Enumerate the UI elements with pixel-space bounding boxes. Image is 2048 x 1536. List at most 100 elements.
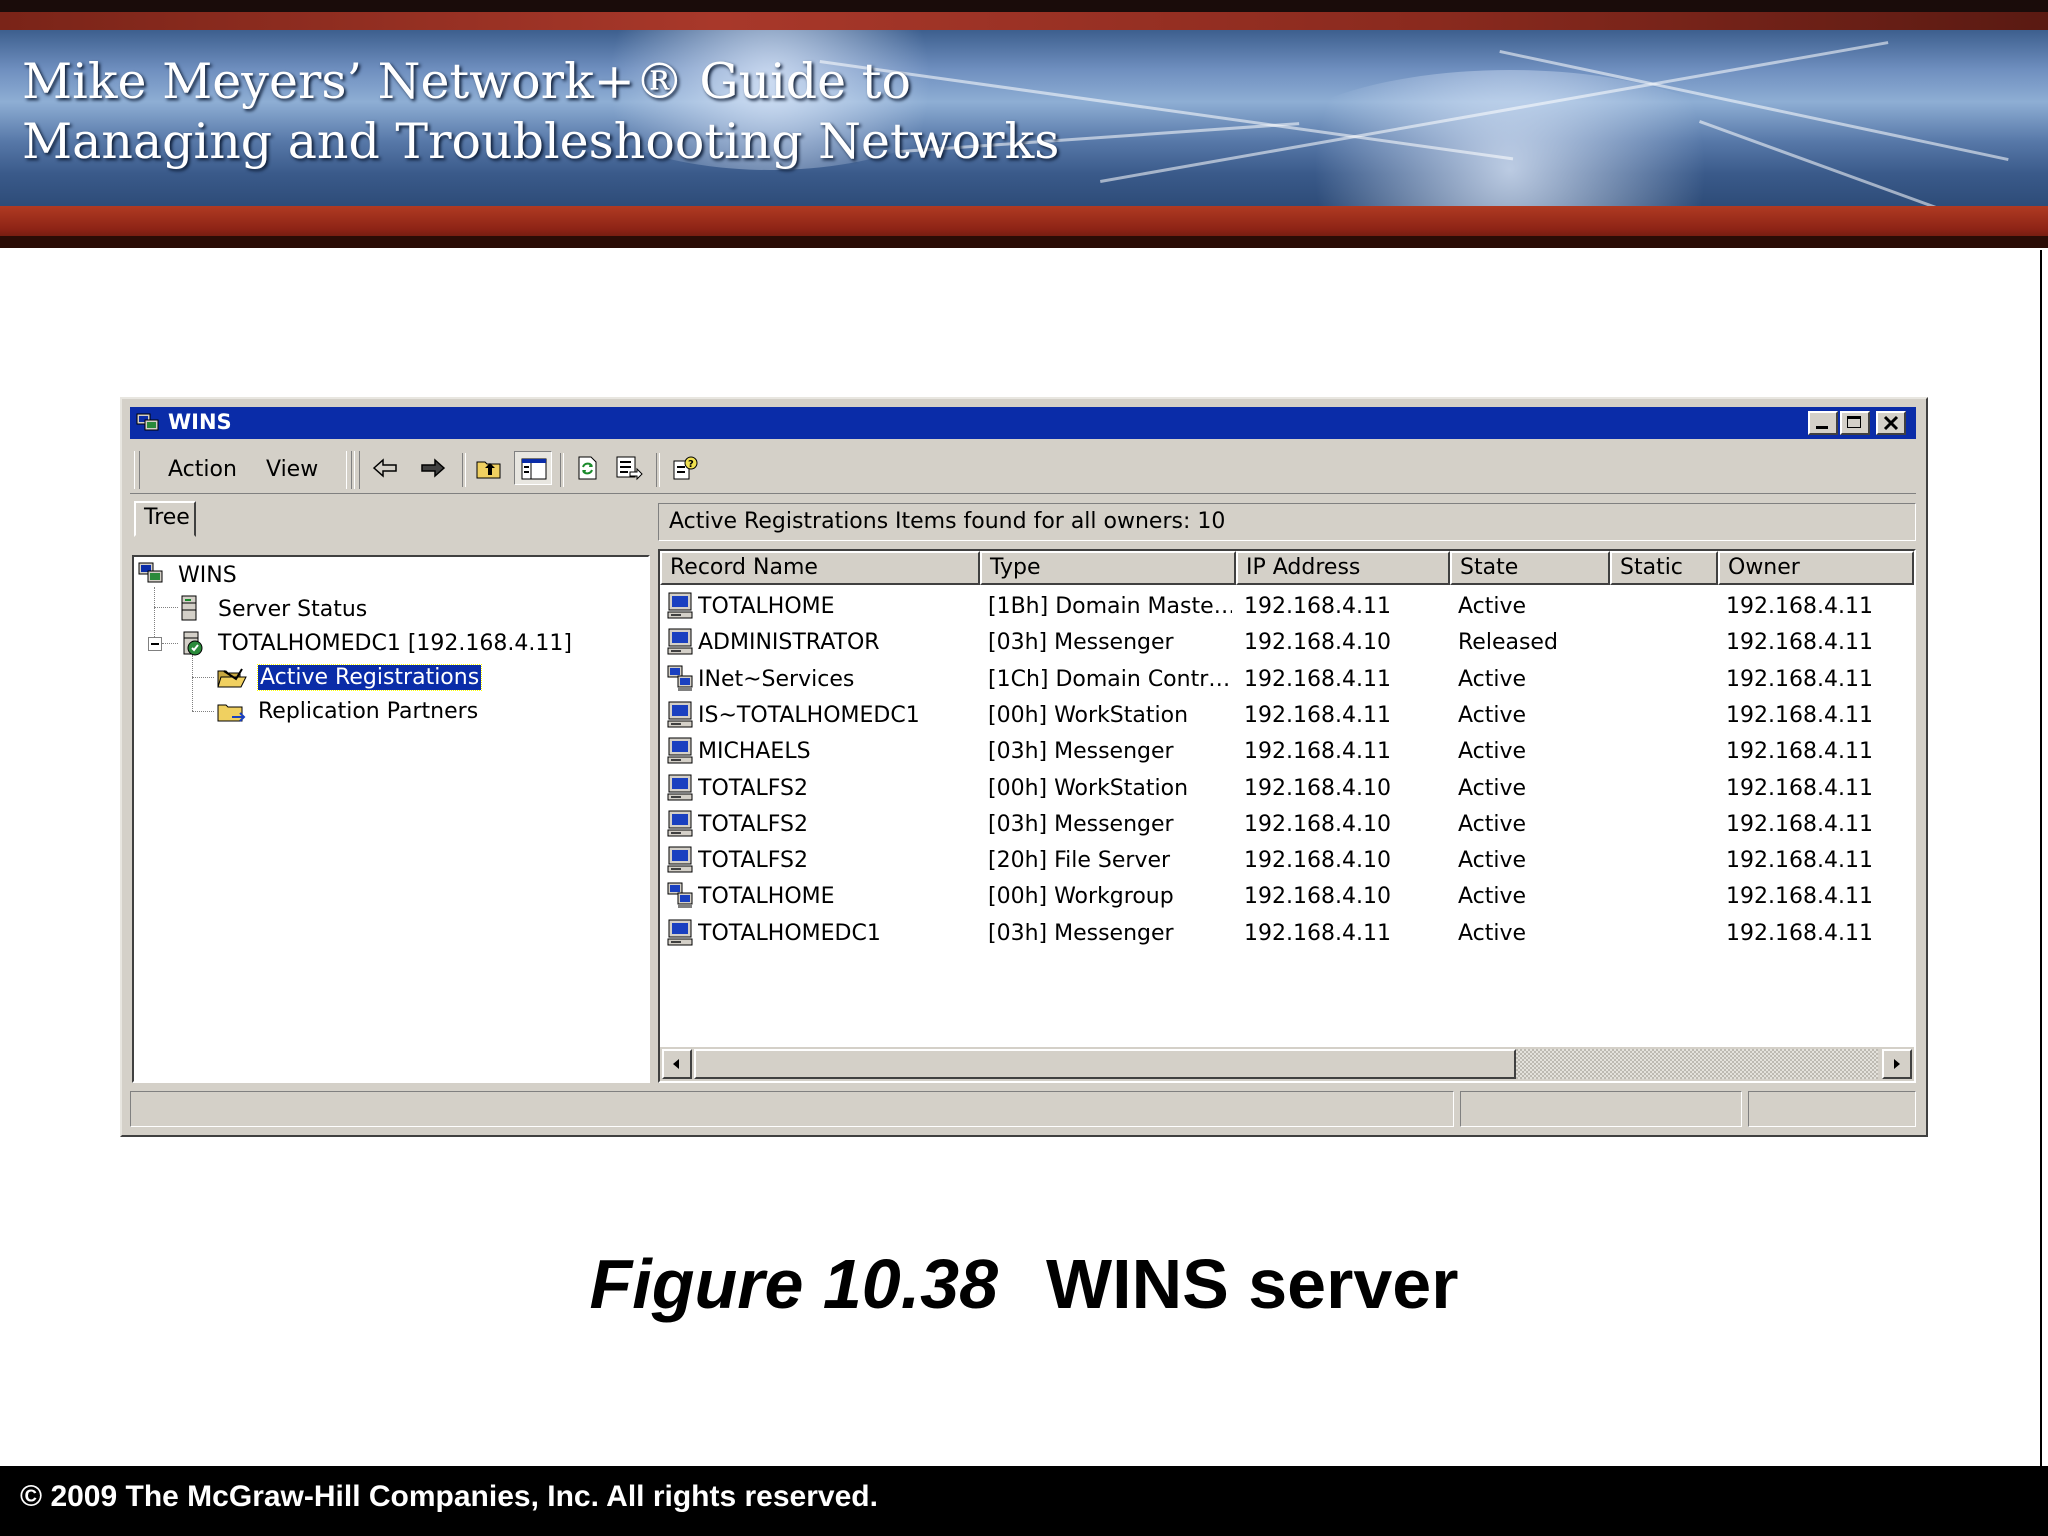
figure-title: WINS server xyxy=(1046,1245,1459,1323)
cell-state: Active xyxy=(1458,775,1527,801)
cell-ip: 192.168.4.11 xyxy=(1244,920,1391,946)
computer-group-icon xyxy=(667,882,693,909)
window-titlebar[interactable]: WINS xyxy=(130,407,1916,439)
forward-button[interactable] xyxy=(414,451,452,485)
up-one-level-button[interactable] xyxy=(470,451,508,485)
cell-name: INet~Services xyxy=(698,666,855,692)
scroll-right-button[interactable] xyxy=(1882,1049,1912,1079)
cell-type: [03h] Messenger xyxy=(988,739,1174,765)
toolbar-grip[interactable] xyxy=(134,451,140,489)
menu-action[interactable]: Action xyxy=(168,457,237,482)
cell-owner: 192.168.4.11 xyxy=(1726,739,1873,765)
toolbar-separator-3 xyxy=(656,453,660,487)
tree-item-server-status[interactable]: Server Status xyxy=(218,597,367,622)
column-header-record-name[interactable]: Record Name xyxy=(660,551,980,585)
cell-name: TOTALHOMEDC1 xyxy=(698,920,881,946)
table-row[interactable]: TOTALHOMEDC1 [03h] Messenger 192.168.4.11 A… xyxy=(660,916,1914,952)
svg-text:?: ? xyxy=(688,459,694,470)
cell-state: Active xyxy=(1458,666,1527,692)
copyright-text: © 2009 The McGraw-Hill Companies, Inc. A… xyxy=(20,1480,878,1513)
table-row[interactable]: TOTALHOME [00h] Workgroup 192.168.4.10 Acti… xyxy=(660,879,1914,915)
collapse-toggle[interactable] xyxy=(148,637,162,651)
cell-name: TOTALFS2 xyxy=(698,848,809,874)
maximize-button[interactable] xyxy=(1840,411,1870,435)
tab-tree[interactable]: Tree xyxy=(134,501,196,537)
column-header-type[interactable]: Type xyxy=(980,551,1236,585)
wins-app-icon xyxy=(138,562,163,583)
column-header-owner[interactable]: Owner xyxy=(1718,551,1914,585)
wins-server-icon xyxy=(183,631,203,656)
cell-ip: 192.168.4.10 xyxy=(1244,811,1391,837)
table-row[interactable]: IS~TOTALHOMEDC1 [00h] WorkStation 192.168.… xyxy=(660,698,1914,734)
show-hide-tree-button[interactable] xyxy=(514,451,552,485)
column-header-static[interactable]: Static xyxy=(1610,551,1718,585)
cell-ip: 192.168.4.11 xyxy=(1244,594,1391,619)
table-row[interactable]: MICHAELS [03h] Messenger 192.168.4.11 Activ… xyxy=(660,734,1914,770)
cell-state: Released xyxy=(1458,630,1558,656)
cell-state: Active xyxy=(1458,811,1527,837)
export-list-button[interactable] xyxy=(610,451,648,485)
back-button[interactable] xyxy=(366,451,404,485)
cell-name: ADMINISTRATOR xyxy=(698,630,880,656)
tree-connector xyxy=(192,677,214,678)
tree-item-server[interactable]: TOTALHOMEDC1 [192.168.4.11] xyxy=(218,631,572,656)
tree-item-active-registrations[interactable]: Active Registrations xyxy=(256,664,483,691)
cell-owner: 192.168.4.11 xyxy=(1726,666,1873,692)
cell-owner: 192.168.4.11 xyxy=(1726,920,1873,946)
close-icon xyxy=(1883,415,1899,431)
tree-connector xyxy=(154,607,178,608)
table-row[interactable]: ADMINISTRATOR [03h] Messenger 192.168.4.10… xyxy=(660,625,1914,661)
list-title: Active Registrations xyxy=(669,509,889,534)
status-cell xyxy=(1460,1091,1742,1127)
cell-owner: 192.168.4.11 xyxy=(1726,702,1873,728)
cell-owner: 192.168.4.11 xyxy=(1726,630,1873,656)
cell-type: [20h] File Server xyxy=(988,848,1171,874)
wins-window: WINS Action View ? Tree WINS Server Stat… xyxy=(120,397,1928,1137)
tree-pane: WINS Server Status TOTALHOMEDC1 [192.168… xyxy=(132,555,650,1083)
menu-view[interactable]: View xyxy=(266,457,318,482)
table-row[interactable]: TOTALFS2 [20h] File Server 192.168.4.10 Act… xyxy=(660,843,1914,879)
cell-type: [00h] WorkStation xyxy=(988,775,1189,801)
cell-type: [03h] Messenger xyxy=(988,811,1174,837)
toolbar-grip-3[interactable] xyxy=(354,451,360,489)
table-row[interactable]: TOTALHOME [1Bh] Domain Maste… 192.168.4.11… xyxy=(660,589,1914,625)
refresh-button[interactable] xyxy=(568,451,606,485)
help-button[interactable]: ? xyxy=(666,451,704,485)
toolbar-grip-2[interactable] xyxy=(346,451,352,489)
cell-type: [03h] Messenger xyxy=(988,920,1174,946)
list-header-bar: Active Registrations Items found for all… xyxy=(658,503,1916,541)
column-header-ip-address[interactable]: IP Address xyxy=(1236,551,1450,585)
cell-owner: 192.168.4.11 xyxy=(1726,848,1873,874)
copyright-footer: © 2009 The McGraw-Hill Companies, Inc. A… xyxy=(0,1466,2048,1536)
cell-name: TOTALHOME xyxy=(698,884,835,910)
computer-icon xyxy=(667,846,693,873)
tree-connector xyxy=(192,655,193,711)
close-button[interactable] xyxy=(1876,411,1906,435)
column-header-state[interactable]: State xyxy=(1450,551,1610,585)
cell-state: Active xyxy=(1458,594,1527,619)
cell-name: IS~TOTALHOMEDC1 xyxy=(698,702,920,728)
cell-type: [1Bh] Domain Maste… xyxy=(988,594,1232,619)
tree-root-wins[interactable]: WINS xyxy=(178,563,237,588)
cell-owner: 192.168.4.11 xyxy=(1726,594,1873,619)
table-row[interactable]: INet~Services [1Ch] Domain Contr… 192.168.… xyxy=(660,662,1914,698)
slide-title: Mike Meyers’ Network+® Guide to Managing… xyxy=(22,52,1059,172)
cell-type: [1Ch] Domain Contr… xyxy=(988,666,1231,692)
status-cell xyxy=(130,1091,1454,1127)
tree-item-replication-partners[interactable]: Replication Partners xyxy=(258,699,478,724)
cell-name: MICHAELS xyxy=(698,739,811,765)
scroll-left-icon xyxy=(673,1059,679,1069)
window-title: WINS xyxy=(168,410,232,434)
table-row[interactable]: TOTALFS2 [03h] Messenger 192.168.4.10 Activ… xyxy=(660,807,1914,843)
table-row[interactable]: TOTALFS2 [00h] WorkStation 192.168.4.10 Act… xyxy=(660,771,1914,807)
cell-type: [03h] Messenger xyxy=(988,630,1174,656)
horizontal-scrollbar[interactable] xyxy=(660,1047,1914,1081)
help-icon: ? xyxy=(673,456,698,480)
computer-icon xyxy=(667,774,693,800)
cell-type: [00h] WorkStation xyxy=(988,702,1189,728)
scroll-left-button[interactable] xyxy=(662,1049,692,1079)
records-list: Record Name Type IP Address State Static… xyxy=(658,549,1916,1083)
tree-connector xyxy=(192,711,214,712)
minimize-button[interactable] xyxy=(1808,411,1838,435)
scroll-thumb[interactable] xyxy=(694,1049,1516,1079)
